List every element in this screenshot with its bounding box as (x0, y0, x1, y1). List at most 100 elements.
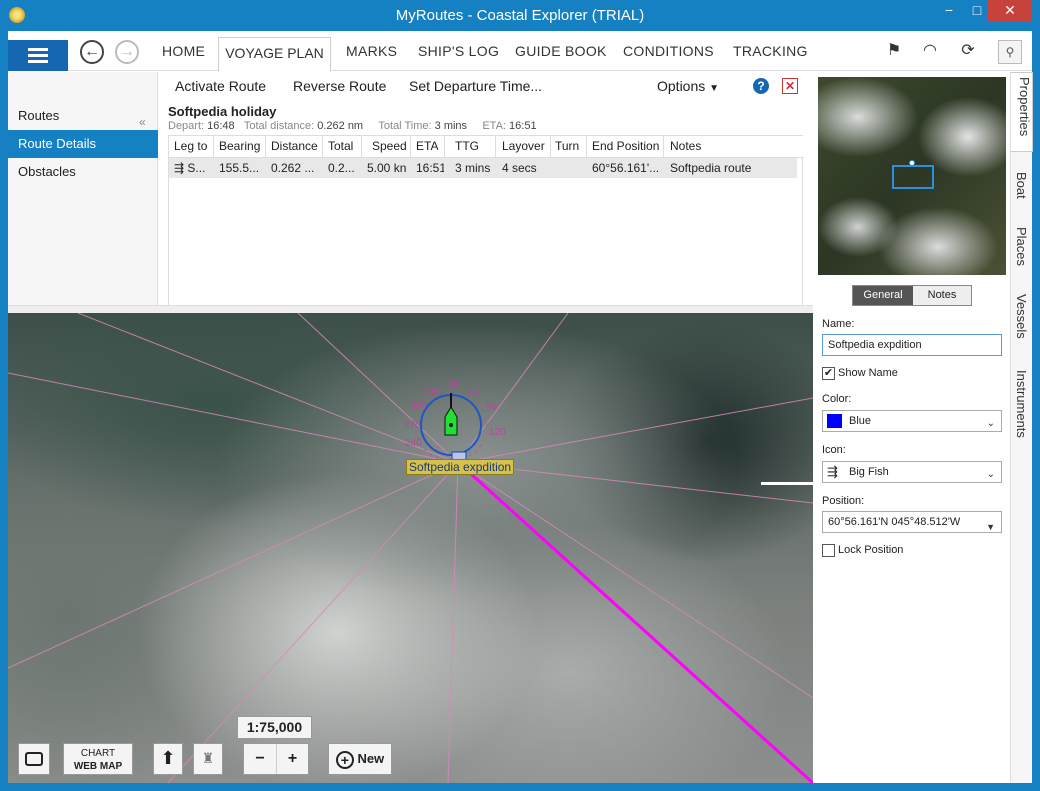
zoom-out-button[interactable]: − (244, 744, 276, 774)
col-layover[interactable]: Layover (502, 139, 545, 153)
compass-tick: 270 (404, 420, 421, 431)
col-distance[interactable]: Distance (271, 139, 318, 153)
mark-label[interactable]: Softpedia expdition (406, 459, 515, 475)
minimize-button[interactable]: − (934, 0, 964, 22)
time-value: 3 mins (434, 120, 468, 132)
help-icon[interactable]: ? (753, 78, 769, 94)
position-field[interactable]: 60°56.161'N 045°48.512'W ▼ (822, 511, 1002, 533)
tab-conditions[interactable]: CONDITIONS (623, 43, 714, 59)
col-eta[interactable]: ETA (416, 139, 438, 153)
sync-icon[interactable]: ⟳ (956, 40, 980, 64)
show-name-label: Show Name (838, 367, 898, 379)
tab-notes[interactable]: Notes (913, 286, 971, 305)
name-field[interactable]: Softpedia expdition (822, 334, 1002, 356)
boat-icon (444, 406, 458, 436)
nav-item-obstacles[interactable]: Obstacles (8, 158, 158, 186)
side-tab-boat[interactable]: Boat (1014, 172, 1029, 199)
position-label: Position: (822, 495, 865, 507)
side-tab-properties[interactable]: Properties (1011, 72, 1033, 152)
nav-item-route-details[interactable]: Route Details (8, 130, 158, 158)
minimap-handle[interactable] (909, 160, 915, 166)
north-up-icon[interactable]: ⬆ (153, 743, 183, 775)
cell-end-position: 60°56.161'... (592, 161, 660, 175)
cell-leg-to: ⇶ S... (174, 161, 206, 175)
col-bearing[interactable]: Bearing (219, 139, 260, 153)
tab-tracking[interactable]: TRACKING (733, 43, 808, 59)
map-view[interactable]: 30 60 90 120 300 330 270 240 Softpedia e… (8, 313, 813, 783)
col-end-position[interactable]: End Position (592, 139, 659, 153)
boat-follow-icon[interactable]: ♜ (193, 743, 223, 775)
distance-label: Total distance: (243, 120, 315, 132)
wifi-rss-icon[interactable]: ◠ (918, 40, 942, 64)
back-arrow-icon[interactable]: ← (80, 40, 104, 64)
icon-select[interactable]: ⇶ Big Fish ⌄ (822, 461, 1002, 483)
chart-label: CHART (80, 748, 116, 759)
cell-ttg: 3 mins (455, 161, 491, 175)
set-departure-time-button[interactable]: Set Departure Time... (409, 78, 542, 94)
tab-general[interactable]: General (853, 286, 913, 305)
minimap-viewport[interactable] (892, 165, 934, 189)
chevron-down-icon: ⌄ (986, 418, 995, 429)
compass-tick: 120 (489, 427, 506, 438)
chevron-down-icon: ⌄ (986, 469, 995, 480)
close-window-button[interactable]: ✕ (988, 0, 1032, 22)
activate-route-button[interactable]: Activate Route (175, 78, 266, 94)
scale-indicator: 1:75,000 (237, 716, 312, 739)
layers-icon[interactable] (18, 743, 50, 775)
col-total[interactable]: Total (328, 139, 353, 153)
properties-panel: General Notes Name: Softpedia expdition … (814, 275, 1010, 783)
close-icon[interactable]: ✕ (782, 78, 798, 94)
tab-voyage-plan[interactable]: VOYAGE PLAN (218, 37, 331, 72)
col-notes[interactable]: Notes (670, 139, 701, 153)
reverse-route-button[interactable]: Reverse Route (293, 78, 386, 94)
forward-arrow-icon[interactable]: → (115, 40, 139, 64)
side-tab-places[interactable]: Places (1014, 227, 1029, 266)
chart-webmap-toggle[interactable]: CHART WEB MAP (63, 743, 133, 775)
time-label: Total Time: (378, 120, 432, 132)
zoom-in-button[interactable]: + (276, 744, 308, 774)
cell-speed: 5.00 kn (367, 161, 407, 175)
compass-tick: 300 (410, 401, 427, 412)
col-leg-to[interactable]: Leg to (174, 139, 207, 153)
options-dropdown[interactable]: Options ▼ (657, 78, 719, 94)
panel-splitter[interactable] (8, 305, 813, 313)
cell-total: 0.2... (328, 161, 355, 175)
side-tab-instruments[interactable]: Instruments (1014, 370, 1029, 438)
ribbon-bar: ← → HOME VOYAGE PLAN MARKS SHIP'S LOG GU… (8, 31, 1032, 72)
eta-value: 16:51 (509, 120, 537, 132)
compass-tick: 90 (486, 402, 498, 413)
hamburger-menu-icon[interactable] (8, 40, 68, 71)
chevron-down-icon: ▼ (709, 83, 720, 94)
options-label: Options (657, 78, 706, 94)
lock-position-checkbox[interactable] (822, 544, 835, 557)
table-row[interactable]: ⇶ S... 155.5... 0.262 ... 0.2... 5.00 kn… (169, 158, 797, 178)
color-select[interactable]: Blue ⌄ (822, 410, 1002, 432)
col-turn[interactable]: Turn (555, 139, 579, 153)
position-value: 60°56.161'N 045°48.512'W (828, 516, 961, 528)
name-label: Name: (822, 318, 855, 330)
signal-flag-icon[interactable]: ⚑ (882, 40, 906, 64)
cell-distance: 0.262 ... (271, 161, 315, 175)
tab-marks[interactable]: MARKS (346, 43, 397, 59)
icon-value: Big Fish (849, 466, 889, 478)
tab-guide-book[interactable]: GUIDE BOOK (515, 43, 607, 59)
compass-tick: 240 (405, 438, 422, 449)
col-ttg[interactable]: TTG (455, 139, 479, 153)
route-name: Softpedia holiday (168, 104, 277, 119)
show-name-checkbox[interactable]: ✔ (822, 367, 835, 380)
zoom-controls: − + (243, 743, 309, 775)
table-header: Leg to Bearing Distance Total Speed ETA … (169, 136, 804, 158)
plus-circle-icon: + (335, 750, 354, 769)
overview-minimap[interactable] (818, 77, 1006, 275)
dropdown-arrow-icon: ▼ (986, 522, 995, 532)
side-tab-vessels[interactable]: Vessels (1014, 294, 1029, 339)
search-icon[interactable]: ⚲ (998, 40, 1022, 64)
icon-label: Icon: (822, 444, 846, 456)
tab-ships-log[interactable]: SHIP'S LOG (418, 43, 499, 59)
tab-home[interactable]: HOME (162, 43, 205, 59)
col-speed[interactable]: Speed (372, 139, 407, 153)
nav-item-routes[interactable]: Routes (8, 102, 158, 130)
eta-label: ETA: (482, 120, 506, 132)
new-button[interactable]: + New (328, 743, 392, 775)
compass-tick: 60 (469, 388, 481, 399)
